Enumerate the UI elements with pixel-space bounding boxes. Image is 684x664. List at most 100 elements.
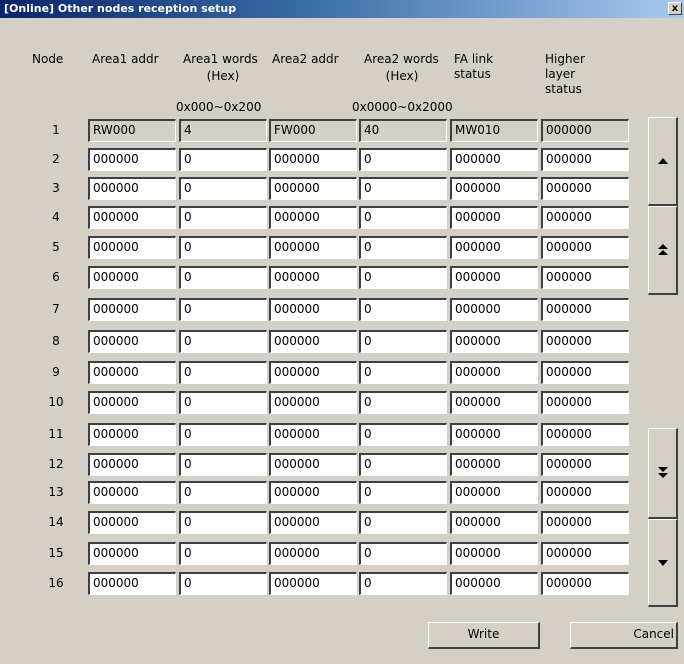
area1-addr-field[interactable]: 000000 <box>88 542 176 565</box>
node-number: 16 <box>48 576 64 590</box>
higher-layer-status-field[interactable]: 000000 <box>541 361 629 384</box>
area1-addr-field[interactable]: 000000 <box>88 148 176 171</box>
area1-words-field[interactable]: 0 <box>179 148 267 171</box>
area2-words-field[interactable]: 0 <box>359 391 447 414</box>
close-button[interactable]: x <box>668 2 682 15</box>
area1-words-field[interactable]: 0 <box>179 423 267 446</box>
fa-link-status-field[interactable]: 000000 <box>450 542 538 565</box>
area2-addr-field[interactable]: 000000 <box>269 481 357 504</box>
area2-words-field[interactable]: 0 <box>359 453 447 476</box>
area1-words-field[interactable]: 0 <box>179 572 267 595</box>
write-button[interactable]: Write <box>428 622 540 649</box>
area1-words-field[interactable]: 0 <box>179 511 267 534</box>
area1-addr-field[interactable]: 000000 <box>88 572 176 595</box>
area1-words-field[interactable]: 0 <box>179 481 267 504</box>
area1-words-field[interactable]: 0 <box>179 361 267 384</box>
area1-words-field[interactable]: 0 <box>179 236 267 259</box>
area2-addr-field[interactable]: 000000 <box>269 330 357 353</box>
area2-words-field[interactable]: 0 <box>359 236 447 259</box>
higher-layer-status-field[interactable]: 000000 <box>541 481 629 504</box>
higher-layer-status-field[interactable]: 000000 <box>541 572 629 595</box>
higher-layer-status-field[interactable]: 000000 <box>541 511 629 534</box>
higher-layer-status-field[interactable]: 000000 <box>541 453 629 476</box>
higher-layer-status-field[interactable]: 000000 <box>541 236 629 259</box>
area1-addr-field[interactable]: 000000 <box>88 423 176 446</box>
area2-addr-field[interactable]: 000000 <box>269 266 357 289</box>
area2-addr-field[interactable]: 000000 <box>269 423 357 446</box>
area1-addr-field[interactable]: 000000 <box>88 236 176 259</box>
fa-link-status-field[interactable]: 000000 <box>450 330 538 353</box>
area1-addr-field[interactable]: 000000 <box>88 330 176 353</box>
area1-words-field[interactable]: 0 <box>179 330 267 353</box>
higher-layer-status-field[interactable]: 000000 <box>541 177 629 200</box>
area1-addr-field[interactable]: 000000 <box>88 298 176 321</box>
area2-addr-field[interactable]: 000000 <box>269 206 357 229</box>
fa-link-status-field[interactable]: 000000 <box>450 453 538 476</box>
fa-link-status-field[interactable]: 000000 <box>450 298 538 321</box>
area1-words-field[interactable]: 0 <box>179 266 267 289</box>
area2-words-field[interactable]: 0 <box>359 177 447 200</box>
area2-words-field[interactable]: 0 <box>359 481 447 504</box>
area2-addr-field[interactable]: 000000 <box>269 361 357 384</box>
area2-words-field[interactable]: 0 <box>359 266 447 289</box>
fa-link-status-field[interactable]: 000000 <box>450 177 538 200</box>
higher-layer-status-field[interactable]: 000000 <box>541 423 629 446</box>
area2-addr-field[interactable]: 000000 <box>269 542 357 565</box>
fa-link-status-field[interactable]: 000000 <box>450 148 538 171</box>
area2-words-field[interactable]: 0 <box>359 206 447 229</box>
fa-link-status-field[interactable]: 000000 <box>450 206 538 229</box>
scroll-up-button[interactable] <box>648 117 678 206</box>
area2-addr-field[interactable]: 000000 <box>269 177 357 200</box>
page-up-button[interactable] <box>648 206 678 295</box>
area1-addr-field[interactable]: 000000 <box>88 453 176 476</box>
area1-addr-field[interactable]: 000000 <box>88 511 176 534</box>
area1-addr-field[interactable]: 000000 <box>88 391 176 414</box>
fa-link-status-field[interactable]: 000000 <box>450 511 538 534</box>
area2-addr-field[interactable]: 000000 <box>269 572 357 595</box>
area1-addr-field[interactable]: 000000 <box>88 361 176 384</box>
higher-layer-status-field[interactable]: 000000 <box>541 330 629 353</box>
fa-link-status-field[interactable]: 000000 <box>450 391 538 414</box>
fa-link-status-field[interactable]: 000000 <box>450 481 538 504</box>
page-down-button[interactable] <box>648 428 678 519</box>
area2-addr-field[interactable]: 000000 <box>269 511 357 534</box>
area1-addr-field[interactable]: 000000 <box>88 177 176 200</box>
area1-words-field[interactable]: 0 <box>179 391 267 414</box>
cancel-button[interactable]: Cancel <box>570 622 678 649</box>
higher-layer-status-field[interactable]: 000000 <box>541 542 629 565</box>
area2-addr-field[interactable]: 000000 <box>269 236 357 259</box>
scroll-down-button[interactable] <box>648 519 678 607</box>
area2-addr-field[interactable]: 000000 <box>269 453 357 476</box>
area2-words-field[interactable]: 0 <box>359 330 447 353</box>
fa-link-status-field[interactable]: 000000 <box>450 423 538 446</box>
fa-link-status-field[interactable]: 000000 <box>450 236 538 259</box>
fa-link-status-field[interactable]: 000000 <box>450 361 538 384</box>
area2-words-field[interactable]: 0 <box>359 148 447 171</box>
area2-addr-field[interactable]: 000000 <box>269 298 357 321</box>
higher-layer-status-field[interactable]: 000000 <box>541 298 629 321</box>
area2-words-field[interactable]: 0 <box>359 361 447 384</box>
area2-words-field[interactable]: 0 <box>359 511 447 534</box>
area2-words-field[interactable]: 0 <box>359 572 447 595</box>
area1-words-field[interactable]: 0 <box>179 542 267 565</box>
area2-addr-field[interactable]: 000000 <box>269 391 357 414</box>
higher-layer-status-field[interactable]: 000000 <box>541 266 629 289</box>
area2-words-field[interactable]: 0 <box>359 423 447 446</box>
header-fa-link-status-line2: status <box>454 67 491 81</box>
area1-addr-field[interactable]: 000000 <box>88 206 176 229</box>
fa-link-status-field[interactable]: 000000 <box>450 266 538 289</box>
higher-layer-status-field[interactable]: 000000 <box>541 391 629 414</box>
fa-link-status-field[interactable]: 000000 <box>450 572 538 595</box>
area1-addr-field[interactable]: 000000 <box>88 481 176 504</box>
header-higher-layer-line1: Higher <box>545 52 585 66</box>
area1-words-field[interactable]: 0 <box>179 298 267 321</box>
area2-words-field[interactable]: 0 <box>359 542 447 565</box>
area1-words-field[interactable]: 0 <box>179 177 267 200</box>
area1-words-field[interactable]: 0 <box>179 206 267 229</box>
area1-words-field[interactable]: 0 <box>179 453 267 476</box>
higher-layer-status-field[interactable]: 000000 <box>541 206 629 229</box>
higher-layer-status-field[interactable]: 000000 <box>541 148 629 171</box>
area1-addr-field[interactable]: 000000 <box>88 266 176 289</box>
area2-addr-field[interactable]: 000000 <box>269 148 357 171</box>
area2-words-field[interactable]: 0 <box>359 298 447 321</box>
